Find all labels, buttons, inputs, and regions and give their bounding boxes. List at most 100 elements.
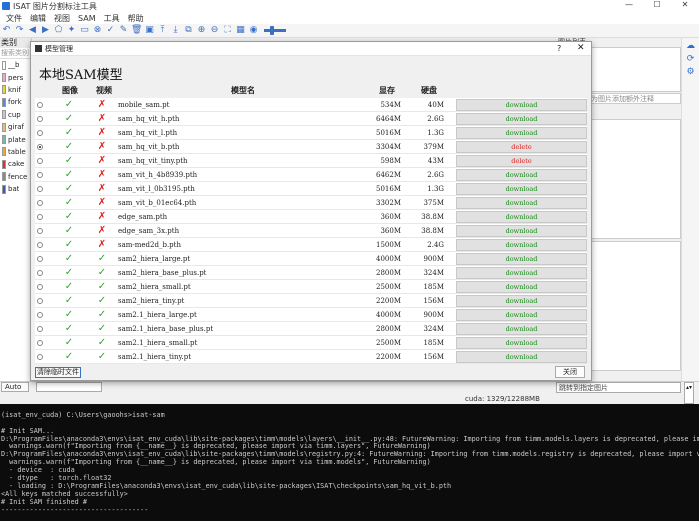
delete-icon[interactable]: 🗑 — [131, 25, 142, 36]
edit-icon[interactable]: ✎ — [118, 25, 129, 36]
download-button[interactable]: download — [456, 197, 587, 209]
maximize-button[interactable]: ☐ — [643, 0, 671, 9]
model-select-radio[interactable] — [37, 130, 43, 136]
model-select-radio[interactable] — [37, 116, 43, 122]
model-select-radio[interactable] — [37, 354, 43, 360]
model-row[interactable]: ✓ ✗ edge_sam_3x.pth 360M 38.8M download — [35, 224, 587, 238]
category-item[interactable]: cup — [0, 109, 31, 121]
menu-help[interactable]: 帮助 — [128, 13, 144, 24]
fit-icon[interactable]: ⛶ — [222, 25, 233, 36]
download-button[interactable]: download — [456, 239, 587, 251]
model-row[interactable]: ✓ ✗ edge_sam.pth 360M 38.8M download — [35, 210, 587, 224]
scroll-stepper[interactable]: ▴▾ — [684, 382, 694, 404]
category-item[interactable]: fence — [0, 171, 31, 183]
box-icon[interactable]: ▭ — [79, 25, 90, 36]
zoom-out-icon[interactable]: ⊖ — [209, 25, 220, 36]
model-row[interactable]: ✓ ✓ sam2_hiera_tiny.pt 2200M 156M download — [35, 294, 587, 308]
download-button[interactable]: download — [456, 323, 587, 335]
model-select-radio[interactable] — [37, 298, 43, 304]
model-row[interactable]: ✓ ✗ sam_vit_h_4b8939.pth 6462M 2.6G download — [35, 168, 587, 182]
finish-icon[interactable]: ✓ — [105, 25, 116, 36]
model-select-radio[interactable] — [37, 312, 43, 318]
download-button[interactable]: download — [456, 253, 587, 265]
category-item[interactable]: __b — [0, 59, 31, 71]
model-row[interactable]: ✓ ✗ sam_vit_b_01ec64.pth 3302M 375M download — [35, 196, 587, 210]
category-item[interactable]: table — [0, 146, 31, 158]
polygon-icon[interactable]: ⬠ — [53, 25, 64, 36]
cloud-icon[interactable]: ☁ — [685, 41, 697, 51]
to-top-icon[interactable]: ⤒ — [157, 25, 168, 36]
model-select-radio[interactable] — [37, 270, 43, 276]
category-item[interactable]: bat — [0, 183, 31, 195]
download-button[interactable]: download — [456, 183, 587, 195]
menu-file[interactable]: 文件 — [6, 13, 22, 24]
model-row[interactable]: ✓ ✗ sam_vit_l_0b3195.pth 5016M 1.3G download — [35, 182, 587, 196]
model-row[interactable]: ✓ ✓ sam2_hiera_base_plus.pt 2800M 324M downlo… — [35, 266, 587, 280]
redo-icon[interactable]: ↷ — [14, 25, 25, 36]
model-row[interactable]: ✓ ✓ sam2.1_hiera_base_plus.pt 2800M 324M down… — [35, 322, 587, 336]
model-select-radio[interactable] — [37, 214, 43, 220]
bitmap-icon[interactable]: ▦ — [235, 25, 246, 36]
dialog-close-icon[interactable]: ✕ — [577, 43, 585, 53]
model-row[interactable]: ✓ ✓ sam2.1_hiera_large.pt 4000M 900M download — [35, 308, 587, 322]
model-select-radio[interactable] — [37, 284, 43, 290]
model-select-radio[interactable] — [37, 326, 43, 332]
help-button[interactable]: ? — [557, 44, 561, 53]
model-select-radio[interactable] — [37, 158, 43, 164]
model-row[interactable]: ✓ ✓ sam2_hiera_large.pt 4000M 900M download — [35, 252, 587, 266]
download-button[interactable]: download — [456, 351, 587, 363]
close-window-button[interactable]: ✕ — [671, 0, 699, 9]
undo-icon[interactable]: ↶ — [1, 25, 12, 36]
settings-icon[interactable]: ⚙ — [685, 67, 697, 77]
category-item[interactable]: pers — [0, 71, 31, 83]
menu-tools[interactable]: 工具 — [104, 13, 120, 24]
delete-button[interactable]: delete — [456, 141, 587, 153]
download-button[interactable]: download — [456, 169, 587, 181]
minimize-button[interactable]: — — [615, 0, 643, 9]
category-search-input[interactable]: 搜索类别 — [0, 48, 31, 59]
model-select-radio[interactable] — [37, 228, 43, 234]
model-select-radio[interactable] — [37, 102, 43, 108]
category-item[interactable]: cake — [0, 158, 31, 170]
download-button[interactable]: download — [456, 295, 587, 307]
menu-sam[interactable]: SAM — [78, 14, 96, 23]
sam-icon[interactable]: ✦ — [66, 25, 77, 36]
model-select-radio[interactable] — [37, 340, 43, 346]
menu-view[interactable]: 视图 — [54, 13, 70, 24]
download-button[interactable]: download — [456, 337, 587, 349]
save-icon[interactable]: ▣ — [144, 25, 155, 36]
category-item[interactable]: fork — [0, 96, 31, 108]
model-select-radio[interactable] — [37, 256, 43, 262]
visible-icon[interactable]: ◉ — [248, 25, 259, 36]
model-row[interactable]: ✓ ✗ sam_hq_vit_h.pth 6464M 2.6G download — [35, 112, 587, 126]
download-button[interactable]: download — [456, 99, 587, 111]
copy-icon[interactable]: ⧉ — [183, 25, 194, 36]
model-row[interactable]: ✓ ✓ sam2.1_hiera_tiny.pt 2200M 156M download — [35, 350, 587, 364]
menu-edit[interactable]: 编辑 — [30, 13, 46, 24]
model-row[interactable]: ✓ ✗ mobile_sam.pt 534M 40M download — [35, 98, 587, 112]
delete-button[interactable]: delete — [456, 155, 587, 167]
jump-to-image-input[interactable]: 跳转到指定图片 — [556, 382, 681, 393]
next-image-icon[interactable]: ▶ — [40, 25, 51, 36]
category-item[interactable]: giraf — [0, 121, 31, 133]
category-item[interactable]: knif — [0, 84, 31, 96]
model-select-radio[interactable] — [37, 242, 43, 248]
model-select-radio[interactable] — [37, 186, 43, 192]
download-button[interactable]: download — [456, 127, 587, 139]
zoom-in-icon[interactable]: ⊕ — [196, 25, 207, 36]
cancel-icon[interactable]: ⊗ — [92, 25, 103, 36]
dialog-close-button[interactable]: 关闭 — [555, 366, 585, 378]
model-row[interactable]: ✓ ✓ sam2.1_hiera_small.pt 2500M 185M download — [35, 336, 587, 350]
model-row[interactable]: ✓ ✗ sam_hq_vit_b.pth 3304M 379M delete — [35, 140, 587, 154]
auto-select[interactable]: Auto — [1, 382, 29, 392]
download-button[interactable]: download — [456, 309, 587, 321]
download-button[interactable]: download — [456, 211, 587, 223]
model-select-radio[interactable] — [37, 200, 43, 206]
download-button[interactable]: download — [456, 267, 587, 279]
download-button[interactable]: download — [456, 225, 587, 237]
model-select-radio[interactable] — [37, 172, 43, 178]
download-button[interactable]: download — [456, 281, 587, 293]
model-row[interactable]: ✓ ✓ sam2_hiera_small.pt 2500M 185M download — [35, 280, 587, 294]
model-row[interactable]: ✓ ✗ sam_hq_vit_tiny.pth 598M 43M delete — [35, 154, 587, 168]
refresh-icon[interactable]: ⟳ — [685, 54, 697, 64]
